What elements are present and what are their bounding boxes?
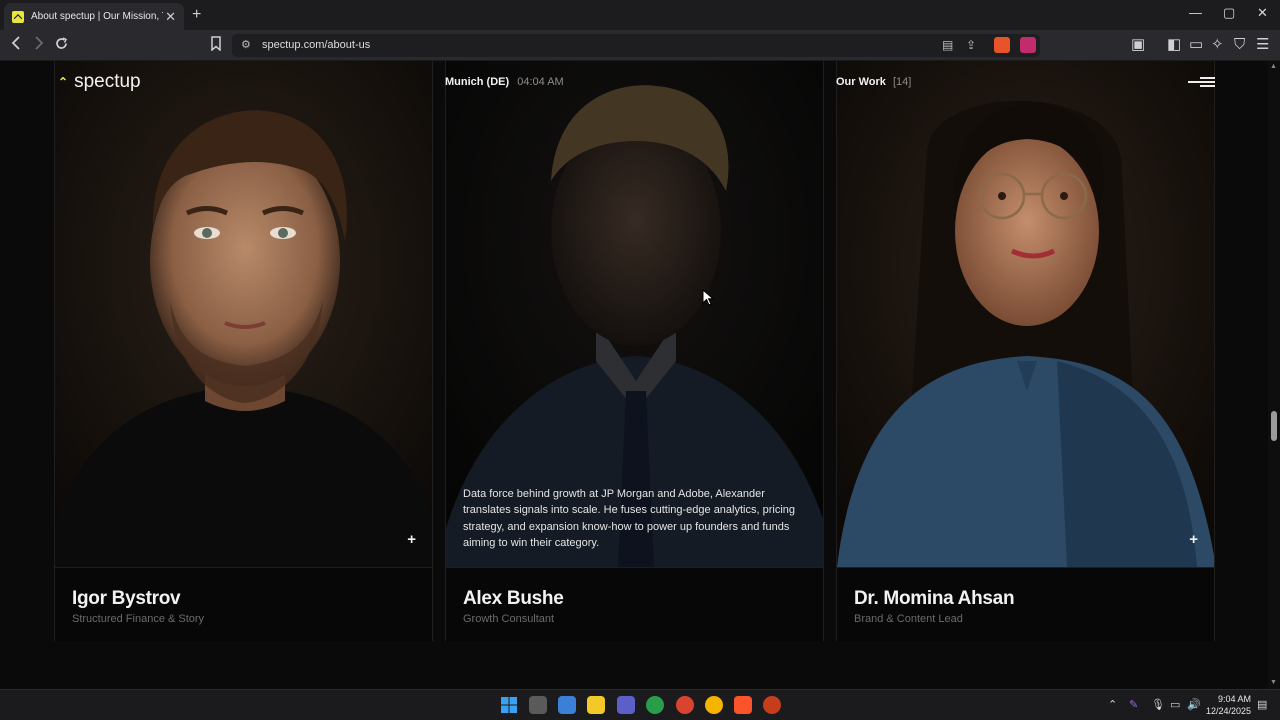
volume-icon[interactable]: 🔊 [1187,698,1201,711]
windows-taskbar: ⌃ ✎ 🎙 ▭ 🔊 9:04 AM 12/24/2025 ▤ [0,689,1280,720]
close-window-button[interactable]: ✕ [1257,5,1268,21]
location-clock: Munich (DE) 04:04 AM [445,76,564,88]
logo-wordmark: spectup [74,71,141,92]
network-icon[interactable]: ▭ [1170,698,1180,711]
sidebar-icon[interactable]: ◧ [1167,36,1181,54]
team-member-bio: Data force behind growth at JP Morgan an… [463,488,796,549]
leo-ai-icon[interactable]: ✧ [1211,36,1224,54]
chrome-profile-2-icon[interactable] [705,696,723,714]
logo-chevron-icon: ⌃ [58,75,69,89]
windows-start-icon[interactable] [500,696,518,714]
notification-icon[interactable]: ▤ [1257,698,1267,711]
team-card-footer: Dr. Momina Ahsan Brand & Content Lead [837,567,1214,641]
location-city: Munich (DE) [445,76,510,88]
team-member-role: Brand & Content Lead [854,613,963,625]
page-content: + Igor Bystrov Structured Finance & Stor… [0,61,1268,689]
pen-icon[interactable]: ✎ [1129,698,1138,711]
teams-icon[interactable] [617,696,635,714]
our-work-link[interactable]: Our Work [14] [836,76,911,88]
team-card-footer: Alex Bushe Growth Consultant [446,567,823,641]
powerpoint-icon[interactable] [763,696,781,714]
reload-icon[interactable] [54,36,69,56]
team-card-momina[interactable]: + Dr. Momina Ahsan Brand & Content Lead [836,61,1215,641]
mouse-cursor-icon [702,289,714,306]
bookmark-icon[interactable] [210,36,222,56]
minimize-button[interactable]: — [1189,5,1202,20]
our-work-count: [14] [892,76,912,88]
task-view-icon[interactable] [529,696,547,714]
site-settings-icon[interactable]: ⚙ [241,38,251,51]
browser-toolbar: ⚙ spectup.com/about-us ▤ ⇪ ▣ ◧ ▭ ✧ ⛉ ☰ [0,30,1280,61]
site-favicon-icon [12,10,24,23]
vpn-icon[interactable]: ⛉ [1234,36,1245,54]
team-member-name: Alex Bushe [463,588,564,609]
screenshot-icon[interactable]: ▣ [1131,36,1145,54]
team-photo: + [837,61,1214,567]
our-work-label: Our Work [836,76,886,88]
address-bar[interactable]: ⚙ spectup.com/about-us ▤ ⇪ [232,34,1040,57]
team-card-igor[interactable]: + Igor Bystrov Structured Finance & Stor… [54,61,433,641]
microphone-icon[interactable]: 🎙 [1151,698,1165,711]
scroll-down-icon[interactable]: ▼ [1270,679,1277,686]
tab-close-button[interactable]: ✕ [165,9,176,25]
new-tab-button[interactable]: + [192,6,201,24]
page-scrollbar[interactable]: ▲ ▼ [1268,61,1280,689]
expand-bio-button[interactable]: + [407,531,416,548]
system-clock[interactable]: 9:04 AM 12/24/2025 [1206,693,1251,717]
team-photo: Data force behind growth at JP Morgan an… [446,61,823,567]
team-member-name: Igor Bystrov [72,588,181,609]
chrome-icon[interactable] [646,696,664,714]
site-logo[interactable]: ⌃ spectup [58,71,141,93]
url-text[interactable]: spectup.com/about-us [262,39,370,51]
hamburger-menu-icon[interactable] [1188,77,1215,89]
chrome-profile-icon[interactable] [676,696,694,714]
sticky-notes-icon[interactable] [587,696,605,714]
brave-shield-icon[interactable] [994,37,1010,53]
tab-strip: About spectup | Our Mission, Tea ✕ + — ▢… [0,0,1280,30]
tab-title: About spectup | Our Mission, Tea [31,11,163,22]
tray-overflow-icon[interactable]: ⌃ [1108,698,1117,711]
team-member-role: Growth Consultant [463,613,555,625]
team-card-footer: Igor Bystrov Structured Finance & Story [55,567,432,641]
clock-date: 12/24/2025 [1206,706,1252,716]
active-tab[interactable]: About spectup | Our Mission, Tea ✕ [4,3,184,30]
reader-icon[interactable]: ▤ [942,38,953,52]
brave-browser-icon[interactable] [734,696,752,714]
scroll-up-icon[interactable]: ▲ [1270,63,1277,70]
team-member-name: Dr. Momina Ahsan [854,588,1015,609]
share-icon[interactable]: ⇪ [966,38,976,52]
location-time: 04:04 AM [517,76,564,88]
maximize-button[interactable]: ▢ [1223,5,1235,21]
team-photo: + [55,61,432,567]
main-menu-icon[interactable]: ☰ [1256,36,1269,54]
wallet-icon[interactable]: ▭ [1189,36,1203,54]
team-member-role: Structured Finance & Story [72,613,205,625]
expand-bio-button[interactable]: + [1189,531,1198,548]
scroll-thumb[interactable] [1271,411,1277,441]
team-card-alex[interactable]: Data force behind growth at JP Morgan an… [445,61,824,641]
back-icon[interactable] [10,36,22,55]
store-icon[interactable] [558,696,576,714]
forward-icon[interactable] [33,36,45,55]
rewards-icon[interactable] [1020,37,1036,53]
clock-time: 9:04 AM [1218,694,1252,704]
